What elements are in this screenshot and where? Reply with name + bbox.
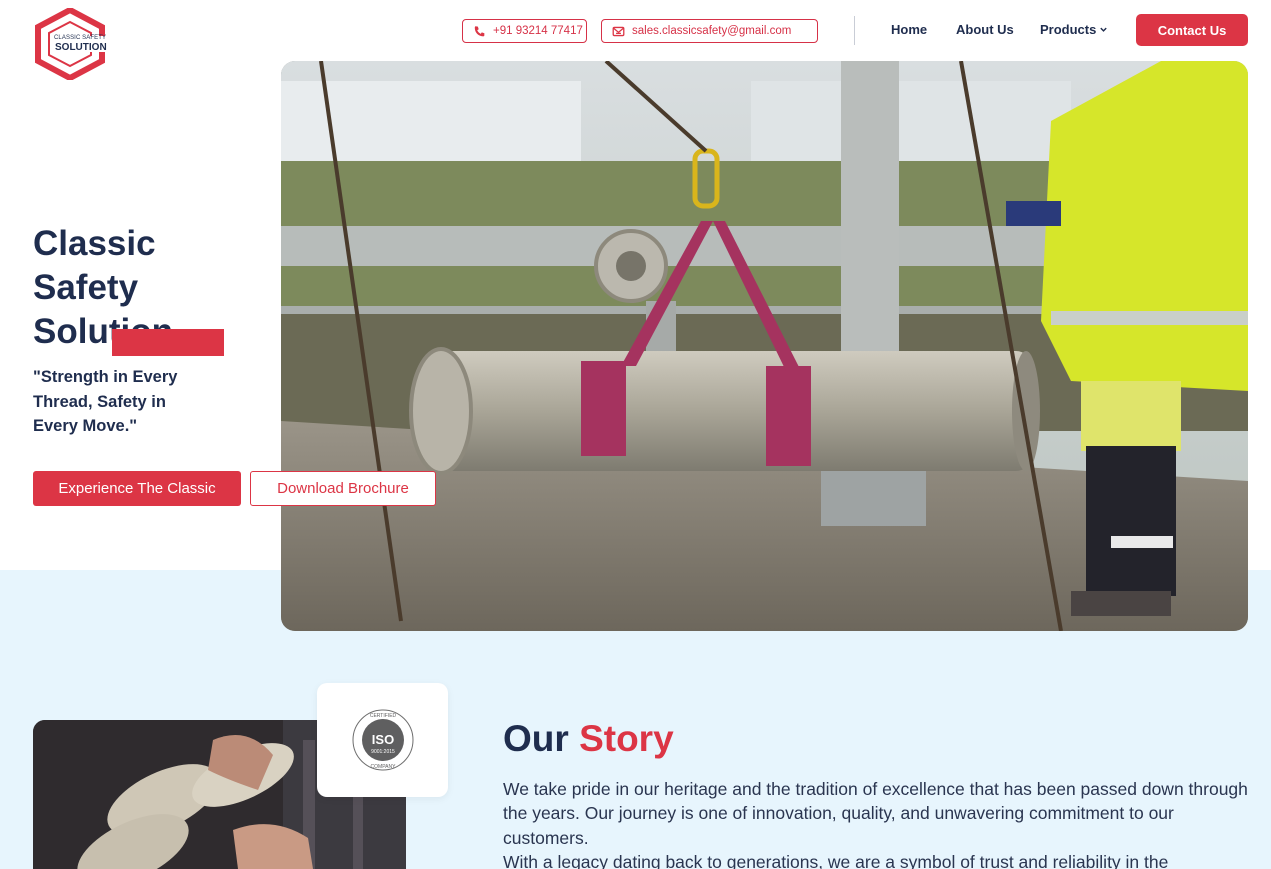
nav-about-us[interactable]: About Us	[956, 22, 1014, 37]
nav-home[interactable]: Home	[891, 22, 927, 37]
nav-products-label: Products	[1040, 22, 1097, 37]
phone-icon	[473, 25, 486, 38]
iso-mark: ISO	[371, 732, 393, 747]
mail-icon	[612, 25, 625, 38]
contact-us-button[interactable]: Contact Us	[1136, 14, 1248, 46]
download-brochure-button[interactable]: Download Brochure	[250, 471, 436, 506]
hero-photo-illustration	[281, 61, 1248, 631]
story-paragraph-2: With a legacy dating back to generations…	[503, 851, 1169, 869]
logo-wordmark: SOLUTION	[55, 42, 107, 53]
phone-link[interactable]: +91 93214 77417	[462, 19, 587, 43]
iso-certified-icon: ISO 9001:2015 CERTIFIED COMPANY	[352, 709, 413, 771]
iso-standard: 9001:2015	[371, 749, 395, 755]
hero-tagline: "Strength in Every Thread, Safety in Eve…	[33, 368, 178, 435]
iso-top-text: CERTIFIED	[369, 713, 396, 719]
email-address: sales.classicsafety@gmail.com	[632, 25, 792, 37]
iso-bottom-text: COMPANY	[370, 764, 396, 770]
iso-certification-badge: ISO 9001:2015 CERTIFIED COMPANY	[317, 683, 448, 797]
hero-image	[281, 61, 1248, 631]
nav-products[interactable]: Products	[1040, 22, 1108, 37]
story-paragraph-1: We take pride in our heritage and the tr…	[503, 779, 1248, 848]
phone-number: +91 93214 77417	[493, 25, 583, 37]
story-heading-dark: Our	[503, 718, 569, 759]
story-body: We take pride in our heritage and the tr…	[503, 777, 1253, 869]
experience-the-classic-button[interactable]: Experience The Classic	[33, 471, 241, 506]
story-heading: Our Story	[503, 718, 674, 760]
title-accent-bar	[112, 329, 224, 356]
email-link[interactable]: sales.classicsafety@gmail.com	[601, 19, 818, 43]
company-logo[interactable]: CLASSIC SAFETY SOLUTION	[33, 8, 108, 80]
chevron-down-icon	[1099, 25, 1108, 34]
header-divider	[854, 16, 855, 45]
story-heading-red: Story	[579, 718, 674, 759]
logo-tagline: CLASSIC SAFETY	[54, 35, 107, 41]
